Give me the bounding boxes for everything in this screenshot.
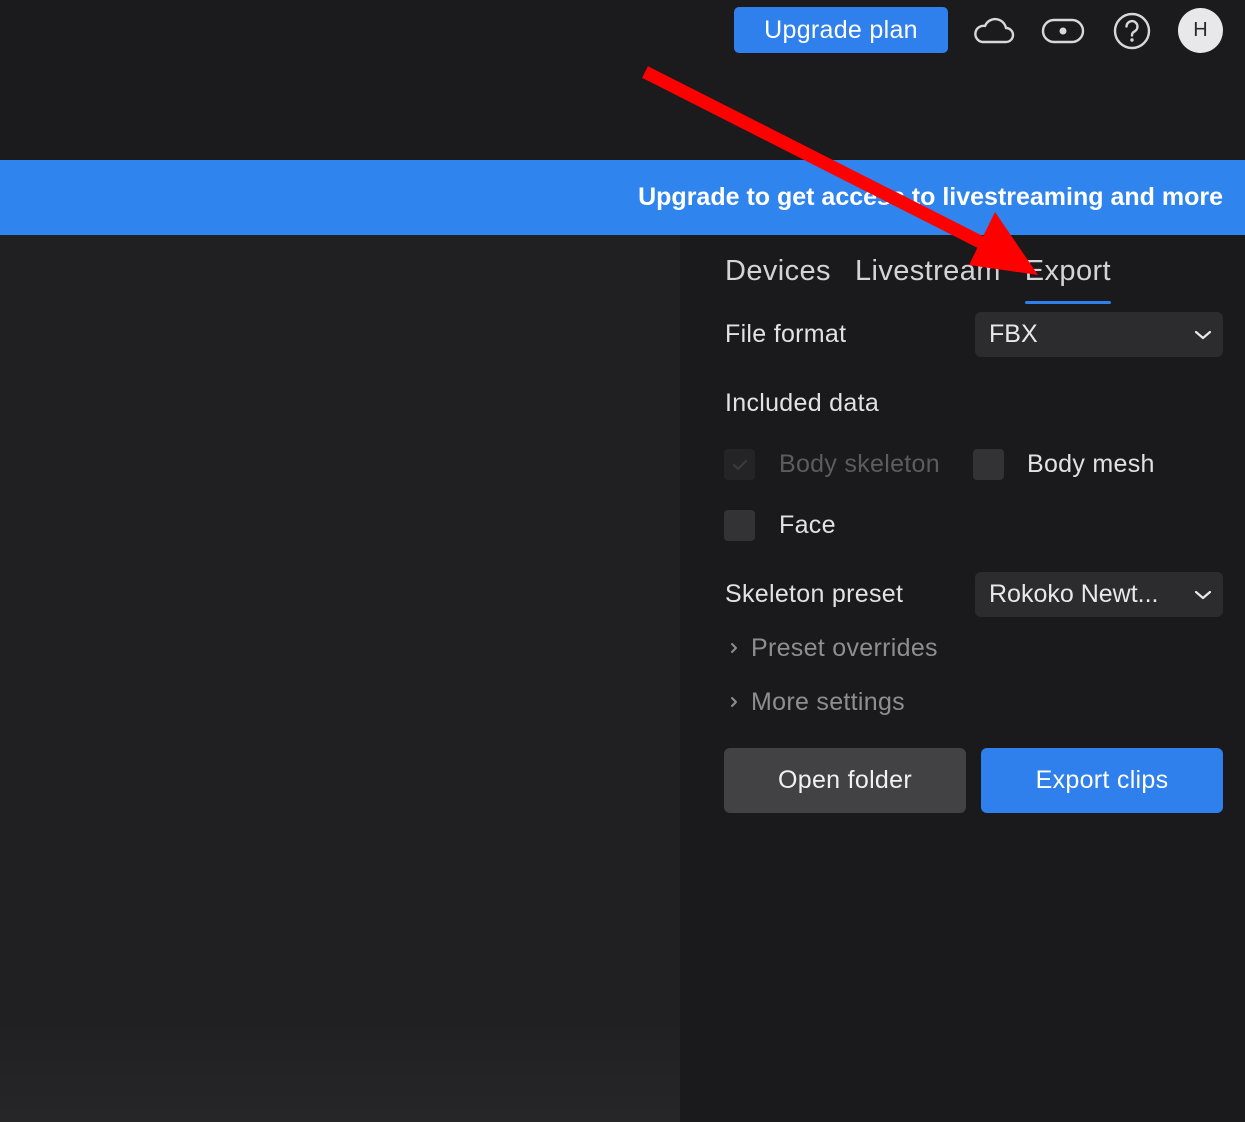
body-mesh-checkbox[interactable] bbox=[973, 449, 1004, 480]
more-settings-label: More settings bbox=[751, 687, 905, 716]
more-settings-expander[interactable]: More settings bbox=[725, 685, 905, 719]
included-data-label: Included data bbox=[725, 389, 880, 417]
export-clips-button[interactable]: Export clips bbox=[981, 748, 1223, 813]
preset-overrides-label: Preset overrides bbox=[751, 633, 938, 662]
body-skeleton-label: Body skeleton bbox=[779, 450, 940, 478]
body-skeleton-checkbox[interactable] bbox=[724, 449, 755, 480]
body-mesh-label: Body mesh bbox=[1027, 450, 1155, 478]
help-icon[interactable] bbox=[1109, 8, 1155, 54]
chevron-down-icon bbox=[1183, 312, 1223, 357]
face-label: Face bbox=[779, 511, 836, 539]
file-format-value: FBX bbox=[989, 320, 1038, 348]
headset-toggle-icon[interactable] bbox=[1040, 8, 1086, 54]
check-icon bbox=[732, 459, 747, 470]
top-bar: Upgrade plan H bbox=[0, 0, 1245, 160]
chevron-right-icon bbox=[725, 695, 743, 709]
avatar[interactable]: H bbox=[1178, 8, 1223, 53]
panel-tabs: Devices Livestream Export bbox=[725, 255, 1112, 304]
file-format-label: File format bbox=[725, 320, 847, 348]
viewport[interactable] bbox=[0, 235, 680, 1122]
chevron-right-icon bbox=[725, 641, 743, 655]
file-format-dropdown[interactable]: FBX bbox=[975, 312, 1223, 357]
open-folder-button[interactable]: Open folder bbox=[724, 748, 966, 813]
chevron-down-icon bbox=[1183, 572, 1223, 617]
preset-overrides-expander[interactable]: Preset overrides bbox=[725, 631, 938, 665]
tab-livestream[interactable]: Livestream bbox=[855, 255, 1001, 300]
cloud-icon[interactable] bbox=[970, 8, 1016, 54]
banner-text: Upgrade to get access to livestreaming a… bbox=[638, 183, 1223, 211]
side-panel bbox=[680, 235, 1245, 1122]
tab-export[interactable]: Export bbox=[1024, 255, 1112, 304]
app-window: Upgrade plan H Upgrade to get access to … bbox=[0, 0, 1245, 1122]
tab-devices[interactable]: Devices bbox=[725, 255, 831, 300]
skeleton-preset-dropdown[interactable]: Rokoko Newt... bbox=[975, 572, 1223, 617]
upgrade-banner[interactable]: Upgrade to get access to livestreaming a… bbox=[0, 160, 1245, 235]
face-checkbox[interactable] bbox=[724, 510, 755, 541]
skeleton-preset-label: Skeleton preset bbox=[725, 580, 904, 608]
skeleton-preset-value: Rokoko Newt... bbox=[989, 580, 1159, 608]
upgrade-plan-button[interactable]: Upgrade plan bbox=[734, 7, 948, 53]
